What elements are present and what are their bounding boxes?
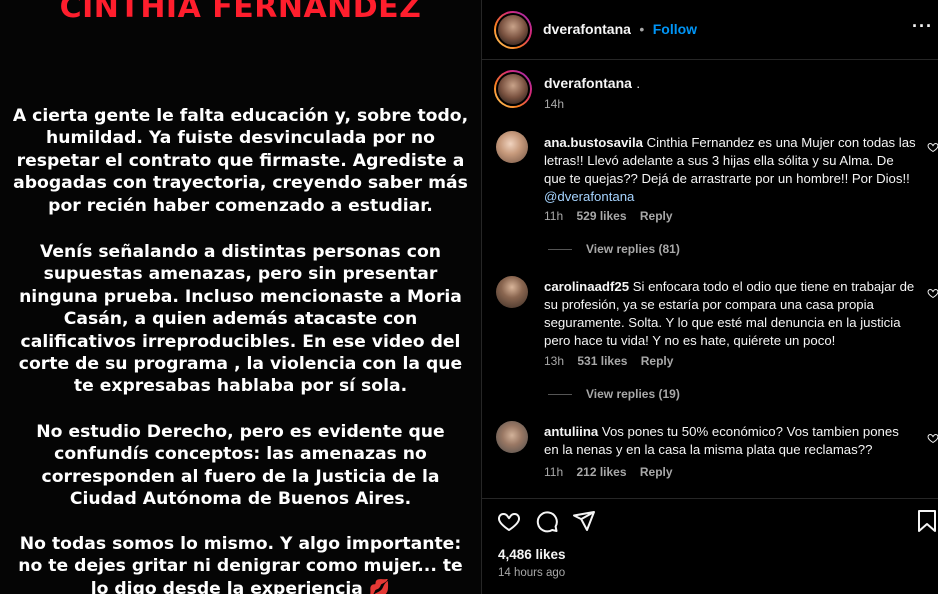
comment-mention[interactable]: @dverafontana [544, 189, 634, 204]
comment-time: 11h [544, 209, 564, 223]
header-separator: • [639, 21, 645, 37]
view-replies-button[interactable]: View replies (81) [586, 242, 680, 256]
post-paragraph-3: No estudio Derecho, pero es evidente que… [36, 422, 445, 510]
comment-avatar[interactable] [496, 131, 528, 163]
post-paragraph-2: Venís señalando a distintas personas con… [18, 242, 463, 397]
caption-row: dverafontana . [544, 75, 640, 93]
more-options-icon[interactable]: ··· [912, 16, 933, 37]
like-heart-icon[interactable] [497, 509, 521, 533]
caption-avatar[interactable] [494, 70, 532, 108]
comment-username[interactable]: carolinaadf25 [544, 279, 629, 294]
view-replies-button[interactable]: View replies (19) [586, 387, 680, 401]
author-avatar[interactable] [494, 11, 532, 49]
caption-time: 14h [544, 97, 565, 111]
comment-meta: 11h 212 likes Reply [544, 465, 673, 479]
comment-likes[interactable]: 531 likes [577, 354, 627, 368]
caption-text: . [636, 76, 641, 91]
post-image: CINTHIA FERNANDEZ A cierta gente le falt… [0, 0, 481, 594]
comment-body: antuliina Vos pones tu 50% económico? Vo… [544, 423, 916, 459]
post-title: CINTHIA FERNANDEZ [59, 0, 422, 25]
comment-meta: 11h 529 likes Reply [544, 209, 673, 223]
like-comment-heart-icon[interactable] [927, 141, 938, 153]
like-comment-heart-icon[interactable] [927, 287, 938, 299]
save-bookmark-icon[interactable] [917, 509, 937, 533]
comment-text: Vos pones tu 50% económico? Vos tambien … [544, 424, 899, 457]
comment-bubble-icon[interactable] [535, 509, 559, 533]
replies-divider [548, 394, 572, 395]
comment-time: 13h [544, 354, 565, 368]
comment-meta: 13h 531 likes Reply [544, 354, 673, 368]
reply-button[interactable]: Reply [640, 209, 673, 223]
comment-likes[interactable]: 212 likes [576, 465, 626, 479]
reply-button[interactable]: Reply [641, 354, 674, 368]
comment-username[interactable]: antuliina [544, 424, 598, 439]
share-send-icon[interactable] [572, 509, 596, 533]
post-paragraph-1: A cierta gente le falta educación y, sob… [12, 106, 469, 216]
reply-button[interactable]: Reply [640, 465, 673, 479]
comment-avatar[interactable] [496, 421, 528, 453]
comment-avatar[interactable] [496, 276, 528, 308]
like-comment-heart-icon[interactable] [927, 432, 938, 444]
post-like-count[interactable]: 4,486 likes [498, 547, 566, 562]
comment-likes[interactable]: 529 likes [576, 209, 626, 223]
header-user-row: dverafontana • Follow [543, 21, 697, 39]
header-username[interactable]: dverafontana [543, 21, 631, 37]
kiss-emoji-icon: 💋 [368, 578, 391, 594]
post-paragraph-4: No todas somos lo mismo. Y algo importan… [8, 533, 473, 594]
comment-body: carolinaadf25 Si enfocara todo el odio q… [544, 278, 916, 350]
comment-body: ana.bustosavila Cinthia Fernandez es una… [544, 134, 916, 206]
comment-time: 11h [544, 465, 564, 479]
comments-panel: dverafontana • Follow ··· dverafontana .… [481, 0, 938, 594]
post-timestamp: 14 hours ago [498, 567, 566, 579]
replies-divider [548, 249, 572, 250]
action-bar: 4,486 likes 14 hours ago [482, 498, 938, 594]
comment-username[interactable]: ana.bustosavila [544, 135, 643, 150]
caption-username[interactable]: dverafontana [544, 75, 632, 91]
post-paragraph-4-text: No todas somos lo mismo. Y algo importan… [18, 534, 463, 594]
follow-button[interactable]: Follow [653, 21, 697, 37]
post-header: dverafontana • Follow ··· [482, 0, 938, 60]
